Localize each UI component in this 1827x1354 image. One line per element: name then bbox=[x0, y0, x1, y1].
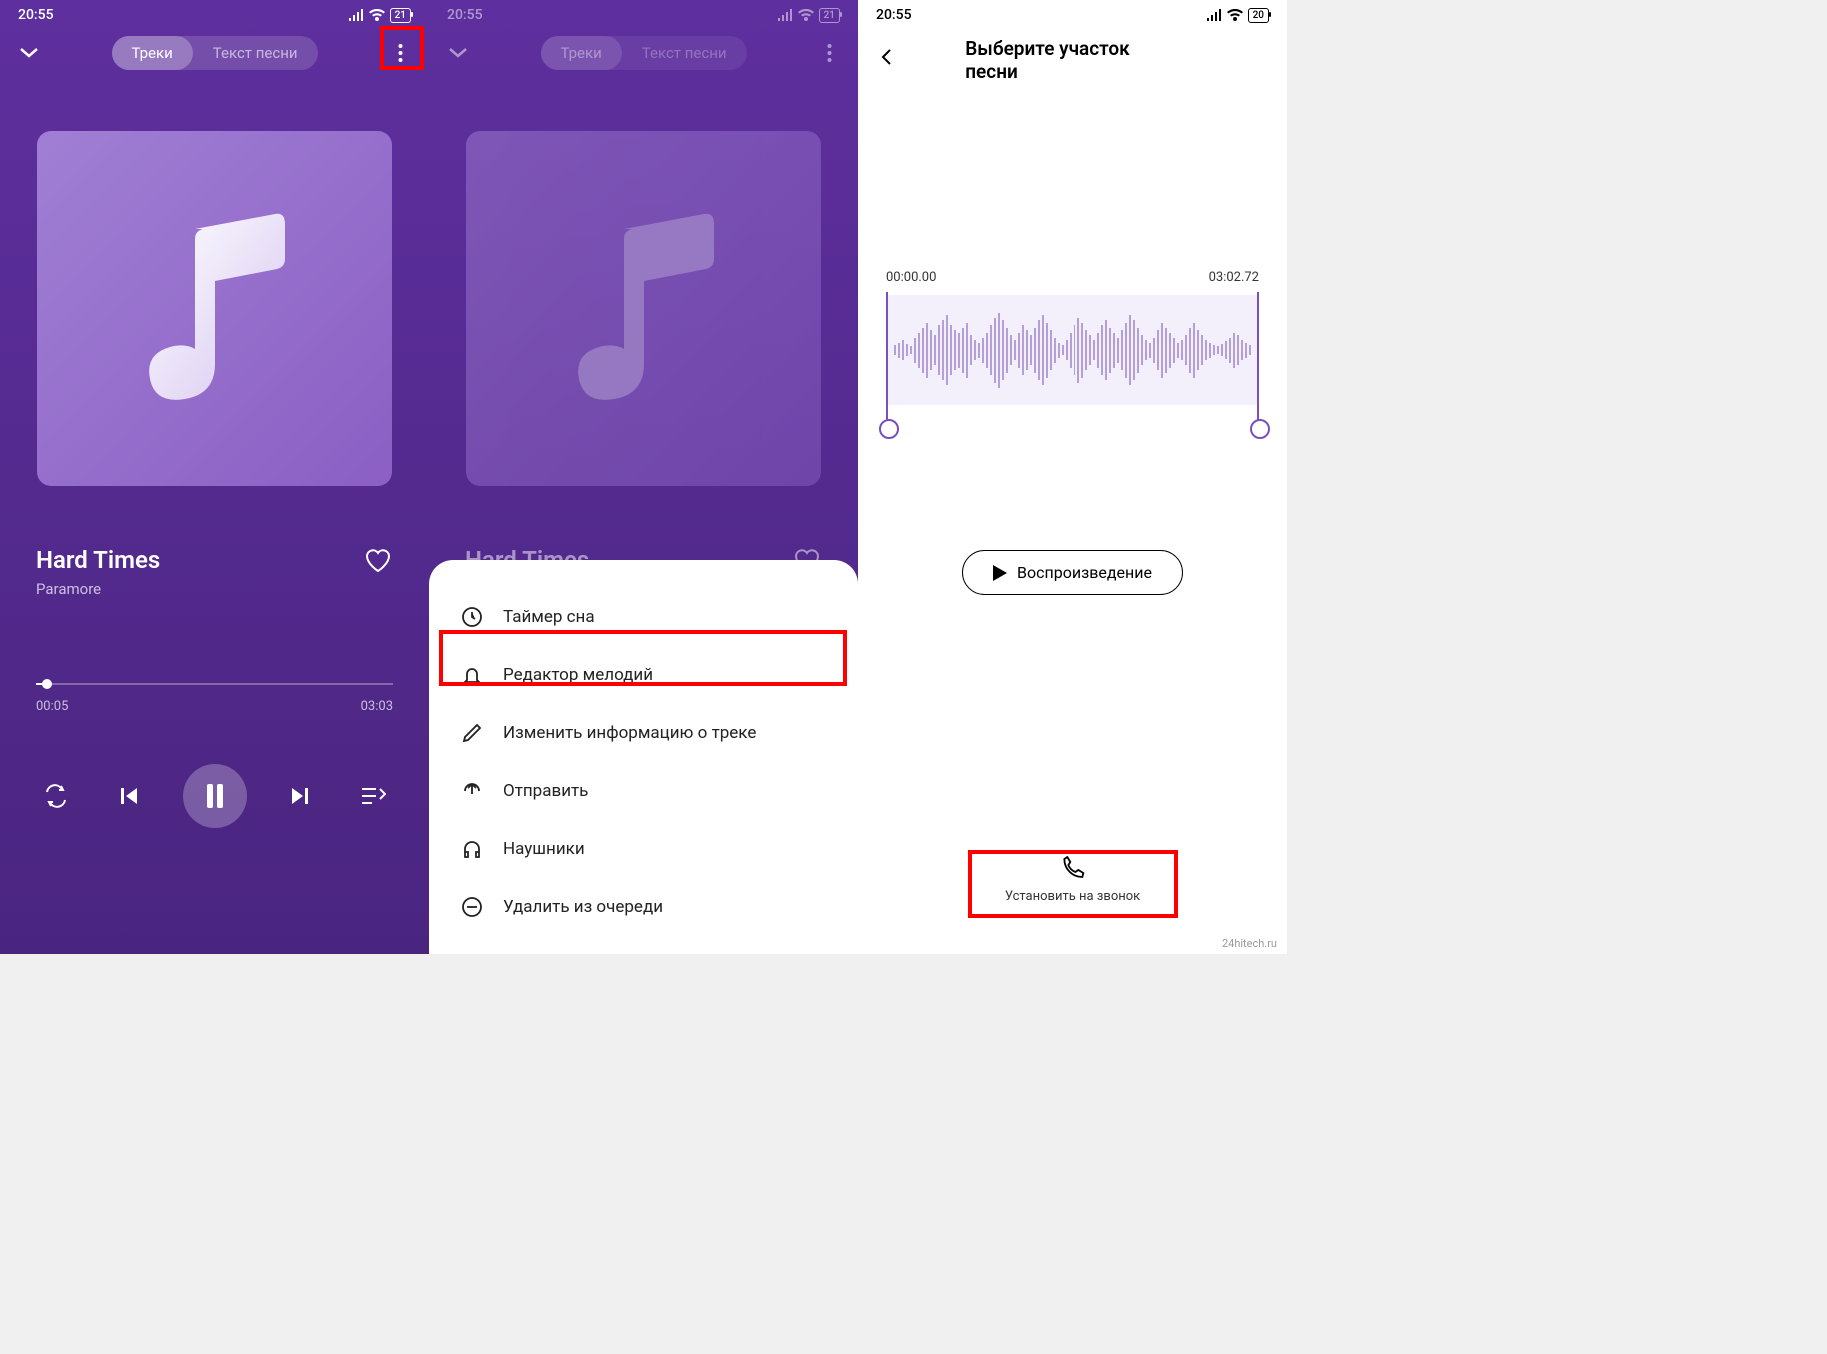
time-total: 03:03 bbox=[361, 699, 393, 714]
menu-edit-info[interactable]: Изменить информацию о треке bbox=[429, 704, 858, 762]
signal-icon bbox=[348, 9, 364, 21]
phone-icon bbox=[1059, 855, 1087, 883]
header: Выберите участок песни bbox=[858, 30, 1287, 90]
wifi-icon bbox=[369, 9, 385, 21]
status-bar: 20:55 21 bbox=[0, 0, 429, 30]
wifi-icon bbox=[1227, 9, 1243, 21]
pencil-icon bbox=[461, 722, 483, 744]
playback-controls bbox=[0, 714, 429, 878]
tabs: Треки Текст песни bbox=[111, 36, 317, 70]
clock: 20:55 bbox=[18, 7, 54, 23]
action-label: Установить на звонок bbox=[1005, 889, 1140, 904]
music-note-icon bbox=[135, 209, 295, 409]
ringtone-editor-screen: 20:55 20 Выберите участок песни 00:00.00… bbox=[858, 0, 1287, 954]
page-title: Выберите участок песни bbox=[965, 37, 1180, 83]
tab-tracks[interactable]: Треки bbox=[540, 36, 621, 70]
more-options-button[interactable] bbox=[385, 38, 415, 68]
time-current: 00:05 bbox=[36, 699, 68, 714]
end-time: 03:02.72 bbox=[1209, 270, 1259, 285]
next-button[interactable] bbox=[280, 776, 320, 816]
status-icons: 20 bbox=[1206, 8, 1269, 23]
options-menu: Таймер сна Редактор мелодий Изменить инф… bbox=[429, 560, 858, 954]
start-time: 00:00.00 bbox=[886, 270, 936, 285]
previous-button[interactable] bbox=[109, 776, 149, 816]
album-art bbox=[37, 131, 392, 486]
tab-lyrics[interactable]: Текст песни bbox=[193, 36, 318, 70]
music-note-icon bbox=[564, 209, 724, 409]
collapse-button[interactable] bbox=[14, 38, 44, 68]
clock: 20:55 bbox=[876, 7, 912, 23]
headphones-icon bbox=[461, 838, 483, 860]
menu-item-label: Редактор мелодий bbox=[503, 665, 653, 685]
set-ringtone-button[interactable]: Установить на звонок bbox=[1005, 855, 1140, 904]
trim-handle-end[interactable] bbox=[1257, 292, 1259, 423]
watermark: 24hitech.ru bbox=[1222, 937, 1277, 950]
play-button[interactable]: Воспроизведение bbox=[962, 550, 1183, 595]
menu-item-label: Отправить bbox=[503, 781, 588, 801]
track-artist: Paramore bbox=[36, 580, 160, 598]
pause-button[interactable] bbox=[183, 764, 247, 828]
wifi-icon bbox=[798, 9, 814, 21]
player-screen: 20:55 21 Треки Текст песни Hard Times Pa… bbox=[0, 0, 429, 954]
trim-handle-start[interactable] bbox=[886, 292, 888, 423]
track-info: Hard Times Paramore bbox=[0, 486, 429, 598]
menu-item-label: Изменить информацию о треке bbox=[503, 723, 756, 743]
battery-icon: 21 bbox=[390, 8, 411, 23]
waveform bbox=[886, 295, 1259, 405]
more-options-button[interactable] bbox=[814, 38, 844, 68]
status-bar: 20:55 20 bbox=[858, 0, 1287, 30]
album-art bbox=[466, 131, 821, 486]
waveform-editor[interactable]: 00:00.00 03:02.72 bbox=[886, 270, 1259, 405]
tab-tracks[interactable]: Треки bbox=[111, 36, 192, 70]
remove-icon bbox=[461, 896, 483, 918]
back-button[interactable] bbox=[878, 48, 902, 72]
play-icon bbox=[993, 565, 1007, 581]
favorite-button[interactable] bbox=[363, 546, 393, 576]
menu-item-label: Наушники bbox=[503, 839, 585, 859]
menu-headphones[interactable]: Наушники bbox=[429, 820, 858, 878]
bell-icon bbox=[461, 664, 483, 686]
tabs: Треки Текст песни bbox=[540, 36, 746, 70]
top-nav: Треки Текст песни bbox=[0, 30, 429, 76]
menu-ringtone-editor[interactable]: Редактор мелодий bbox=[429, 646, 858, 704]
status-bar: 20:55 21 bbox=[429, 0, 858, 30]
menu-remove-queue[interactable]: Удалить из очереди bbox=[429, 878, 858, 936]
signal-icon bbox=[1206, 9, 1222, 21]
tab-lyrics[interactable]: Текст песни bbox=[622, 36, 747, 70]
collapse-button[interactable] bbox=[443, 38, 473, 68]
menu-item-label: Удалить из очереди bbox=[503, 897, 663, 917]
top-nav: Треки Текст песни bbox=[429, 30, 858, 76]
queue-button[interactable] bbox=[353, 776, 393, 816]
menu-share[interactable]: Отправить bbox=[429, 762, 858, 820]
battery-icon: 21 bbox=[819, 8, 840, 23]
menu-item-label: Таймер сна bbox=[503, 607, 595, 627]
player-screen-with-menu: 20:55 21 Треки Текст песни Hard Times bbox=[429, 0, 858, 954]
battery-icon: 20 bbox=[1248, 8, 1269, 23]
status-icons: 21 bbox=[777, 8, 840, 23]
signal-icon bbox=[777, 9, 793, 21]
play-label: Воспроизведение bbox=[1017, 563, 1152, 582]
share-icon bbox=[461, 780, 483, 802]
track-title: Hard Times bbox=[36, 546, 160, 574]
clock-icon bbox=[461, 606, 483, 628]
repeat-button[interactable] bbox=[36, 776, 76, 816]
menu-sleep-timer[interactable]: Таймер сна bbox=[429, 588, 858, 646]
clock: 20:55 bbox=[447, 7, 483, 23]
progress-bar[interactable]: 00:05 03:03 bbox=[36, 683, 393, 714]
status-icons: 21 bbox=[348, 8, 411, 23]
